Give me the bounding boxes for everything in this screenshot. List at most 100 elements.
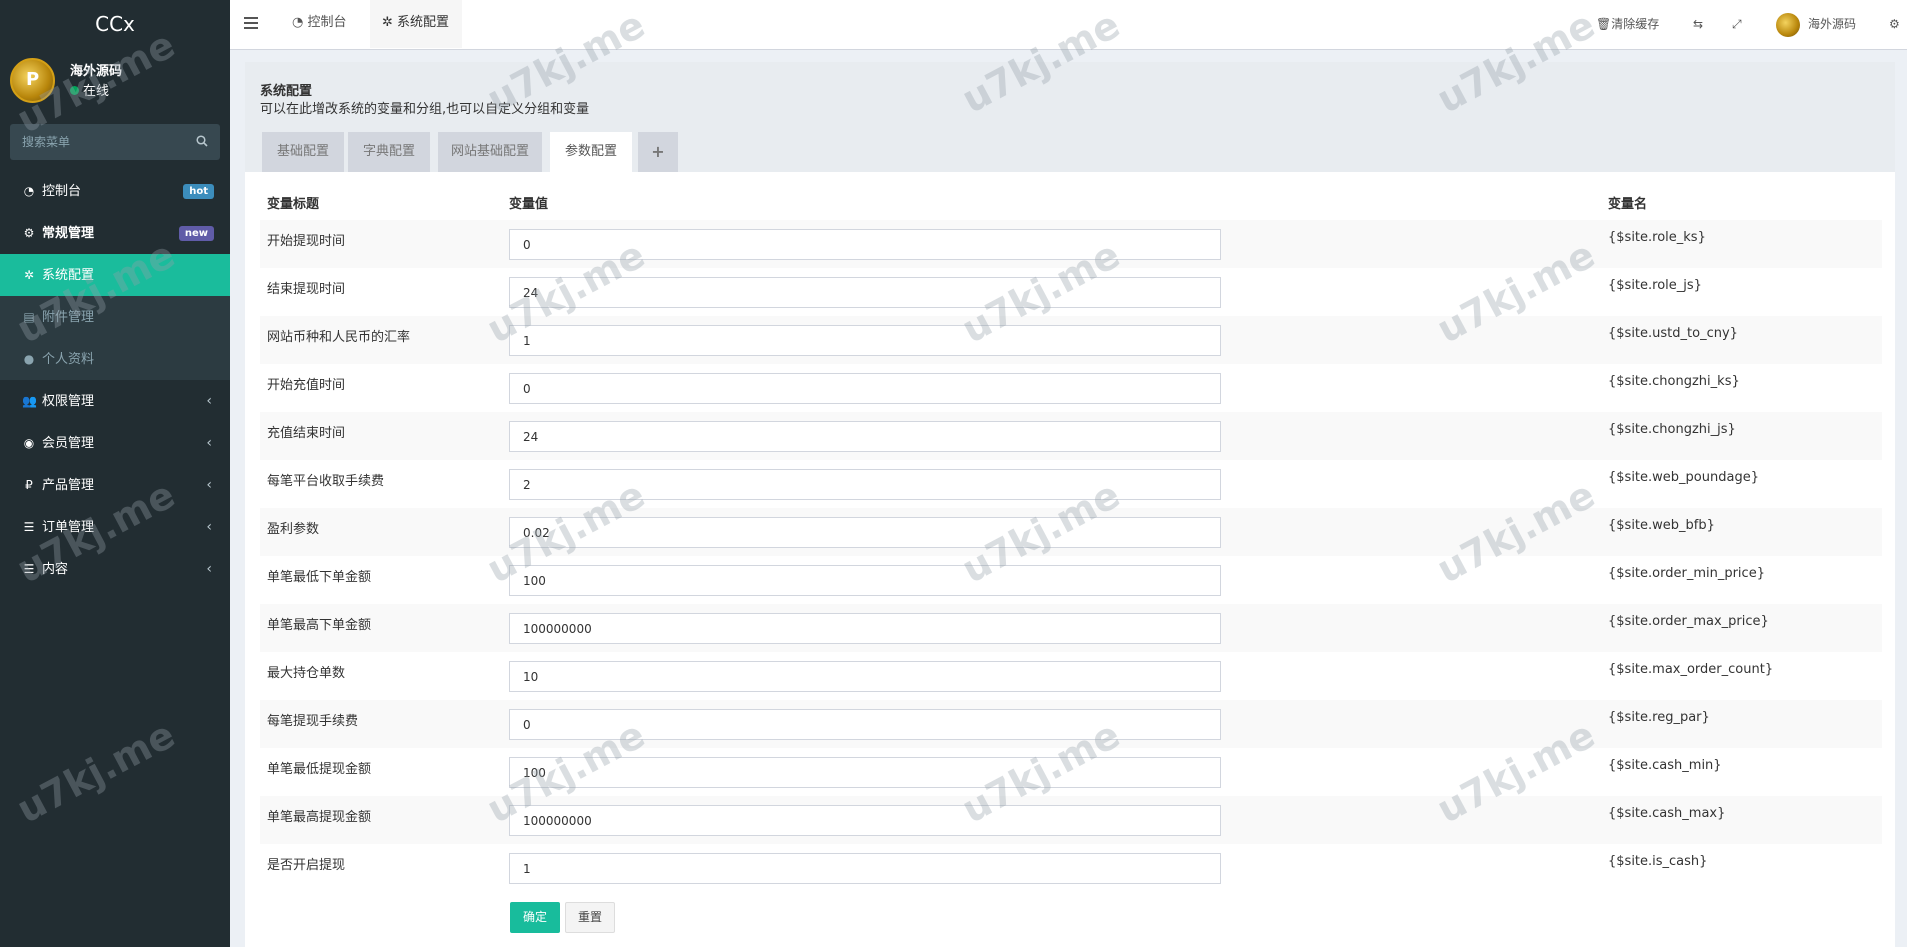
hamburger-menu-icon[interactable] [244, 17, 258, 29]
trash-icon: 🗑 [1596, 17, 1612, 31]
sidebar-item-attachment[interactable]: ▤ 附件管理 [0, 296, 230, 338]
sidebar-item-general[interactable]: ⚙ 常规管理 new [0, 212, 230, 254]
reset-button[interactable]: 重置 [565, 902, 615, 933]
avatar [1776, 12, 1800, 37]
variable-value-input[interactable] [509, 517, 1221, 548]
variable-value-input[interactable] [509, 277, 1221, 308]
top-navbar: ◔ 控制台 ✲ 系统配置 🗑清除缓存 ⇆ ⤢ 海外源码 ⚙ [230, 0, 1907, 50]
chevron-left-icon: ‹ [206, 477, 212, 493]
table-row: 单笔最低提现金额 {$site.cash_min} [260, 748, 1882, 796]
sidebar-item-system-config[interactable]: ✲ 系统配置 [0, 254, 230, 296]
list-icon: ☰ [23, 520, 35, 534]
user-status: 在线 [70, 80, 109, 99]
tab-basic-config[interactable]: 基础配置 [262, 132, 344, 172]
tab-dashboard[interactable]: ◔ 控制台 [280, 0, 359, 48]
variable-name: {$site.cash_min} [1608, 758, 1722, 773]
sidebar-item-products[interactable]: ₽ 产品管理 ‹ [0, 464, 230, 506]
variable-name: {$site.max_order_count} [1608, 662, 1774, 677]
variable-title: 是否开启提现 [267, 858, 346, 873]
table-row: 单笔最低下单金额 {$site.order_min_price} [260, 556, 1882, 604]
variable-name: {$site.reg_par} [1601, 700, 1882, 748]
variable-value-input[interactable] [509, 373, 1221, 404]
tab-system-config[interactable]: ✲ 系统配置 [370, 0, 462, 48]
tab-site-config[interactable]: 网站基础配置 [438, 132, 542, 172]
fullscreen-icon[interactable]: ⤢ [1732, 0, 1742, 48]
cogs-icon: ⚙ [23, 226, 35, 240]
dashboard-icon: ◔ [292, 15, 308, 30]
variable-value-input[interactable] [509, 469, 1221, 500]
sidebar-item-permissions[interactable]: 👥 权限管理 ‹ [0, 380, 230, 422]
variable-value-input[interactable] [509, 661, 1221, 692]
variable-value-input[interactable] [509, 613, 1221, 644]
tab-params-config[interactable]: 参数配置 [550, 132, 632, 172]
variable-title: 网站币种和人民币的汇率 [260, 316, 502, 364]
variable-name: {$site.role_ks} [1601, 220, 1882, 268]
sidebar-item-profile[interactable]: ● 个人资料 [0, 338, 230, 380]
user-circle-icon: ◉ [23, 436, 35, 450]
variable-title: 结束提现时间 [267, 282, 346, 297]
sidebar-item-members[interactable]: ◉ 会员管理 ‹ [0, 422, 230, 464]
variable-title: 每笔提现手续费 [260, 700, 502, 748]
variable-title: 单笔最低下单金额 [267, 570, 372, 585]
add-tab-button[interactable]: + [638, 132, 678, 172]
menu-search-input[interactable] [10, 124, 190, 160]
sidebar-item-orders[interactable]: ☰ 订单管理 ‹ [0, 506, 230, 548]
variable-name: {$site.cash_max} [1601, 796, 1882, 844]
settings-icon[interactable]: ⚙ [1889, 0, 1900, 48]
variable-value-input[interactable] [509, 325, 1221, 356]
variable-title: 单笔最高提现金额 [260, 796, 502, 844]
new-badge: new [178, 226, 214, 241]
variable-value-input[interactable] [509, 853, 1221, 884]
config-table: 变量标题 变量值 变量名 开始提现时间 {$site.role_ks} 结束提现时… [260, 184, 1882, 892]
sidebar-item-dashboard[interactable]: ◔ 控制台 hot [0, 170, 230, 212]
table-row: 盈利参数 {$site.web_bfb} [260, 508, 1882, 556]
hot-badge: hot [183, 184, 214, 199]
search-icon[interactable] [196, 135, 208, 147]
table-row: 开始充值时间 {$site.chongzhi_ks} [260, 364, 1882, 412]
list-icon: ☰ [23, 562, 35, 576]
table-row: 单笔最高下单金额 {$site.order_max_price} [260, 604, 1882, 652]
table-row: 每笔平台收取手续费 {$site.web_poundage} [260, 460, 1882, 508]
variable-title: 每笔平台收取手续费 [267, 474, 385, 489]
variable-value-input[interactable] [509, 805, 1221, 836]
app-logo[interactable]: CCx [0, 0, 230, 48]
variable-title: 单笔最低提现金额 [267, 762, 372, 777]
sidebar-item-content[interactable]: ☰ 内容 ‹ [0, 548, 230, 590]
variable-title: 充值结束时间 [260, 412, 502, 460]
submit-button[interactable]: 确定 [510, 902, 560, 933]
variable-value-input[interactable] [509, 709, 1221, 740]
variable-value-input[interactable] [509, 421, 1221, 452]
clear-cache-button[interactable]: 🗑清除缓存 [1596, 0, 1659, 48]
table-row: 开始提现时间 {$site.role_ks} [260, 220, 1882, 268]
page-description: 可以在此增改系统的变量和分组,也可以自定义分组和变量 [260, 102, 590, 117]
online-dot-icon [70, 86, 79, 95]
chevron-left-icon: ‹ [206, 435, 212, 451]
variable-name: {$site.role_js} [1608, 278, 1702, 293]
variable-name: {$site.order_min_price} [1608, 566, 1765, 581]
variable-name: {$site.chongzhi_ks} [1608, 374, 1740, 389]
table-row: 网站币种和人民币的汇率 {$site.ustd_to_cny} [260, 316, 1882, 364]
table-header: 变量标题 变量值 变量名 [260, 184, 1882, 220]
table-row: 结束提现时间 {$site.role_js} [260, 268, 1882, 316]
table-row: 单笔最高提现金额 {$site.cash_max} [260, 796, 1882, 844]
variable-title: 盈利参数 [260, 508, 502, 556]
column-header: 变量标题 [267, 196, 320, 212]
config-panel: 系统配置 可以在此增改系统的变量和分组,也可以自定义分组和变量 基础配置 字典配… [245, 62, 1895, 947]
panel-header: 系统配置 可以在此增改系统的变量和分组,也可以自定义分组和变量 基础配置 字典配… [245, 62, 1895, 172]
variable-value-input[interactable] [509, 757, 1221, 788]
variable-name: {$site.web_poundage} [1608, 470, 1759, 485]
gear-icon: ✲ [23, 268, 35, 282]
variable-name: {$site.order_max_price} [1601, 604, 1882, 652]
table-row: 是否开启提现 {$site.is_cash} [260, 844, 1882, 892]
variable-name: {$site.is_cash} [1608, 854, 1708, 869]
translate-icon[interactable]: ⇆ [1693, 0, 1703, 48]
user-menu[interactable]: 海外源码 [1776, 0, 1856, 48]
variable-value-input[interactable] [509, 565, 1221, 596]
variable-name: {$site.web_bfb} [1601, 508, 1882, 556]
file-image-icon: ▤ [23, 310, 35, 324]
tab-dictionary-config[interactable]: 字典配置 [348, 132, 430, 172]
table-row: 最大持仓单数 {$site.max_order_count} [260, 652, 1882, 700]
group-icon: 👥 [22, 394, 37, 408]
user-name: 海外源码 [70, 64, 123, 79]
variable-value-input[interactable] [509, 229, 1221, 260]
